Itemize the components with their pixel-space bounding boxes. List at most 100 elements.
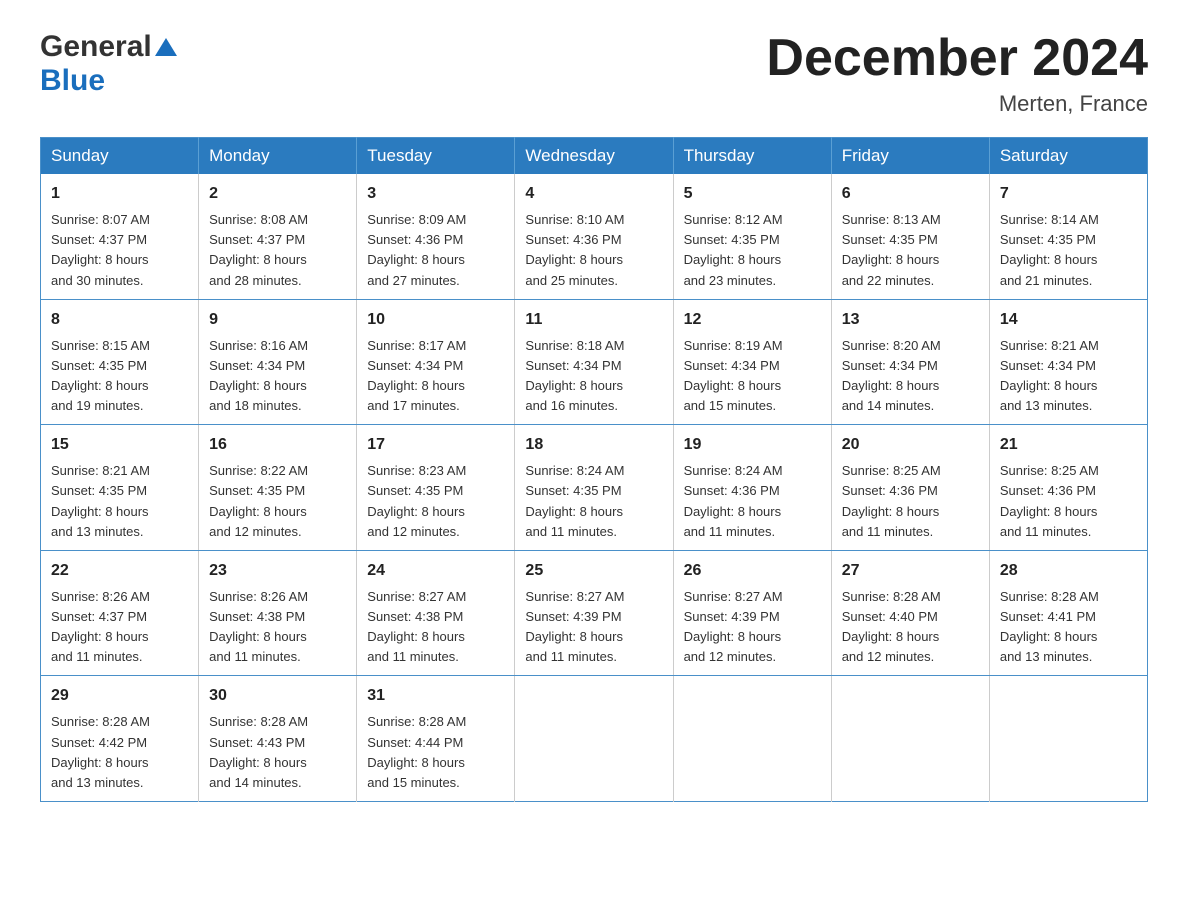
table-row: 21 Sunrise: 8:25 AM Sunset: 4:36 PM Dayl…	[989, 425, 1147, 551]
day-info: Sunrise: 8:26 AM Sunset: 4:38 PM Dayligh…	[209, 589, 308, 664]
table-row: 3 Sunrise: 8:09 AM Sunset: 4:36 PM Dayli…	[357, 174, 515, 299]
day-info: Sunrise: 8:28 AM Sunset: 4:44 PM Dayligh…	[367, 714, 466, 789]
table-row: 30 Sunrise: 8:28 AM Sunset: 4:43 PM Dayl…	[199, 676, 357, 802]
day-number: 11	[525, 308, 662, 332]
day-info: Sunrise: 8:26 AM Sunset: 4:37 PM Dayligh…	[51, 589, 150, 664]
day-info: Sunrise: 8:27 AM Sunset: 4:39 PM Dayligh…	[684, 589, 783, 664]
table-row: 19 Sunrise: 8:24 AM Sunset: 4:36 PM Dayl…	[673, 425, 831, 551]
day-info: Sunrise: 8:25 AM Sunset: 4:36 PM Dayligh…	[1000, 463, 1099, 538]
day-info: Sunrise: 8:21 AM Sunset: 4:35 PM Dayligh…	[51, 463, 150, 538]
table-row: 1 Sunrise: 8:07 AM Sunset: 4:37 PM Dayli…	[41, 174, 199, 299]
day-info: Sunrise: 8:18 AM Sunset: 4:34 PM Dayligh…	[525, 338, 624, 413]
table-row: 15 Sunrise: 8:21 AM Sunset: 4:35 PM Dayl…	[41, 425, 199, 551]
day-info: Sunrise: 8:19 AM Sunset: 4:34 PM Dayligh…	[684, 338, 783, 413]
day-number: 21	[1000, 433, 1137, 457]
logo: General Blue	[40, 30, 177, 98]
table-row: 7 Sunrise: 8:14 AM Sunset: 4:35 PM Dayli…	[989, 174, 1147, 299]
day-number: 23	[209, 559, 346, 583]
day-info: Sunrise: 8:27 AM Sunset: 4:38 PM Dayligh…	[367, 589, 466, 664]
month-title: December 2024	[766, 30, 1148, 87]
table-row: 10 Sunrise: 8:17 AM Sunset: 4:34 PM Dayl…	[357, 299, 515, 425]
day-info: Sunrise: 8:07 AM Sunset: 4:37 PM Dayligh…	[51, 212, 150, 287]
day-number: 6	[842, 182, 979, 206]
table-row: 12 Sunrise: 8:19 AM Sunset: 4:34 PM Dayl…	[673, 299, 831, 425]
day-info: Sunrise: 8:14 AM Sunset: 4:35 PM Dayligh…	[1000, 212, 1099, 287]
day-number: 9	[209, 308, 346, 332]
col-friday: Friday	[831, 138, 989, 175]
col-monday: Monday	[199, 138, 357, 175]
calendar-week-2: 8 Sunrise: 8:15 AM Sunset: 4:35 PM Dayli…	[41, 299, 1148, 425]
col-saturday: Saturday	[989, 138, 1147, 175]
calendar-week-3: 15 Sunrise: 8:21 AM Sunset: 4:35 PM Dayl…	[41, 425, 1148, 551]
table-row: 14 Sunrise: 8:21 AM Sunset: 4:34 PM Dayl…	[989, 299, 1147, 425]
table-row	[989, 676, 1147, 802]
col-wednesday: Wednesday	[515, 138, 673, 175]
table-row: 20 Sunrise: 8:25 AM Sunset: 4:36 PM Dayl…	[831, 425, 989, 551]
table-row: 13 Sunrise: 8:20 AM Sunset: 4:34 PM Dayl…	[831, 299, 989, 425]
table-row	[515, 676, 673, 802]
day-number: 24	[367, 559, 504, 583]
day-info: Sunrise: 8:16 AM Sunset: 4:34 PM Dayligh…	[209, 338, 308, 413]
table-row	[673, 676, 831, 802]
day-info: Sunrise: 8:08 AM Sunset: 4:37 PM Dayligh…	[209, 212, 308, 287]
day-info: Sunrise: 8:27 AM Sunset: 4:39 PM Dayligh…	[525, 589, 624, 664]
table-row: 25 Sunrise: 8:27 AM Sunset: 4:39 PM Dayl…	[515, 550, 673, 676]
day-number: 7	[1000, 182, 1137, 206]
logo-blue-text: Blue	[40, 64, 177, 98]
table-row: 23 Sunrise: 8:26 AM Sunset: 4:38 PM Dayl…	[199, 550, 357, 676]
day-number: 8	[51, 308, 188, 332]
table-row: 4 Sunrise: 8:10 AM Sunset: 4:36 PM Dayli…	[515, 174, 673, 299]
day-number: 4	[525, 182, 662, 206]
table-row: 8 Sunrise: 8:15 AM Sunset: 4:35 PM Dayli…	[41, 299, 199, 425]
day-info: Sunrise: 8:21 AM Sunset: 4:34 PM Dayligh…	[1000, 338, 1099, 413]
day-number: 2	[209, 182, 346, 206]
day-number: 19	[684, 433, 821, 457]
day-number: 17	[367, 433, 504, 457]
day-info: Sunrise: 8:09 AM Sunset: 4:36 PM Dayligh…	[367, 212, 466, 287]
day-number: 20	[842, 433, 979, 457]
day-number: 5	[684, 182, 821, 206]
table-row: 27 Sunrise: 8:28 AM Sunset: 4:40 PM Dayl…	[831, 550, 989, 676]
day-info: Sunrise: 8:28 AM Sunset: 4:41 PM Dayligh…	[1000, 589, 1099, 664]
table-row	[831, 676, 989, 802]
day-info: Sunrise: 8:23 AM Sunset: 4:35 PM Dayligh…	[367, 463, 466, 538]
page-header: General Blue December 2024 Merten, Franc…	[40, 30, 1148, 117]
day-number: 14	[1000, 308, 1137, 332]
day-info: Sunrise: 8:17 AM Sunset: 4:34 PM Dayligh…	[367, 338, 466, 413]
day-number: 22	[51, 559, 188, 583]
table-row: 2 Sunrise: 8:08 AM Sunset: 4:37 PM Dayli…	[199, 174, 357, 299]
day-number: 25	[525, 559, 662, 583]
day-number: 27	[842, 559, 979, 583]
day-info: Sunrise: 8:28 AM Sunset: 4:40 PM Dayligh…	[842, 589, 941, 664]
day-number: 28	[1000, 559, 1137, 583]
day-info: Sunrise: 8:15 AM Sunset: 4:35 PM Dayligh…	[51, 338, 150, 413]
day-number: 3	[367, 182, 504, 206]
table-row: 9 Sunrise: 8:16 AM Sunset: 4:34 PM Dayli…	[199, 299, 357, 425]
table-row: 5 Sunrise: 8:12 AM Sunset: 4:35 PM Dayli…	[673, 174, 831, 299]
table-row: 18 Sunrise: 8:24 AM Sunset: 4:35 PM Dayl…	[515, 425, 673, 551]
day-number: 12	[684, 308, 821, 332]
day-info: Sunrise: 8:28 AM Sunset: 4:42 PM Dayligh…	[51, 714, 150, 789]
table-row: 29 Sunrise: 8:28 AM Sunset: 4:42 PM Dayl…	[41, 676, 199, 802]
day-info: Sunrise: 8:22 AM Sunset: 4:35 PM Dayligh…	[209, 463, 308, 538]
day-number: 31	[367, 684, 504, 708]
day-number: 29	[51, 684, 188, 708]
col-tuesday: Tuesday	[357, 138, 515, 175]
calendar-week-4: 22 Sunrise: 8:26 AM Sunset: 4:37 PM Dayl…	[41, 550, 1148, 676]
day-info: Sunrise: 8:24 AM Sunset: 4:35 PM Dayligh…	[525, 463, 624, 538]
calendar-week-5: 29 Sunrise: 8:28 AM Sunset: 4:42 PM Dayl…	[41, 676, 1148, 802]
day-number: 1	[51, 182, 188, 206]
day-number: 13	[842, 308, 979, 332]
day-number: 30	[209, 684, 346, 708]
location-label: Merten, France	[766, 91, 1148, 117]
table-row: 16 Sunrise: 8:22 AM Sunset: 4:35 PM Dayl…	[199, 425, 357, 551]
table-row: 17 Sunrise: 8:23 AM Sunset: 4:35 PM Dayl…	[357, 425, 515, 551]
day-number: 26	[684, 559, 821, 583]
col-thursday: Thursday	[673, 138, 831, 175]
table-row: 26 Sunrise: 8:27 AM Sunset: 4:39 PM Dayl…	[673, 550, 831, 676]
day-info: Sunrise: 8:12 AM Sunset: 4:35 PM Dayligh…	[684, 212, 783, 287]
table-row: 22 Sunrise: 8:26 AM Sunset: 4:37 PM Dayl…	[41, 550, 199, 676]
day-info: Sunrise: 8:20 AM Sunset: 4:34 PM Dayligh…	[842, 338, 941, 413]
day-info: Sunrise: 8:13 AM Sunset: 4:35 PM Dayligh…	[842, 212, 941, 287]
calendar-table: Sunday Monday Tuesday Wednesday Thursday…	[40, 137, 1148, 802]
